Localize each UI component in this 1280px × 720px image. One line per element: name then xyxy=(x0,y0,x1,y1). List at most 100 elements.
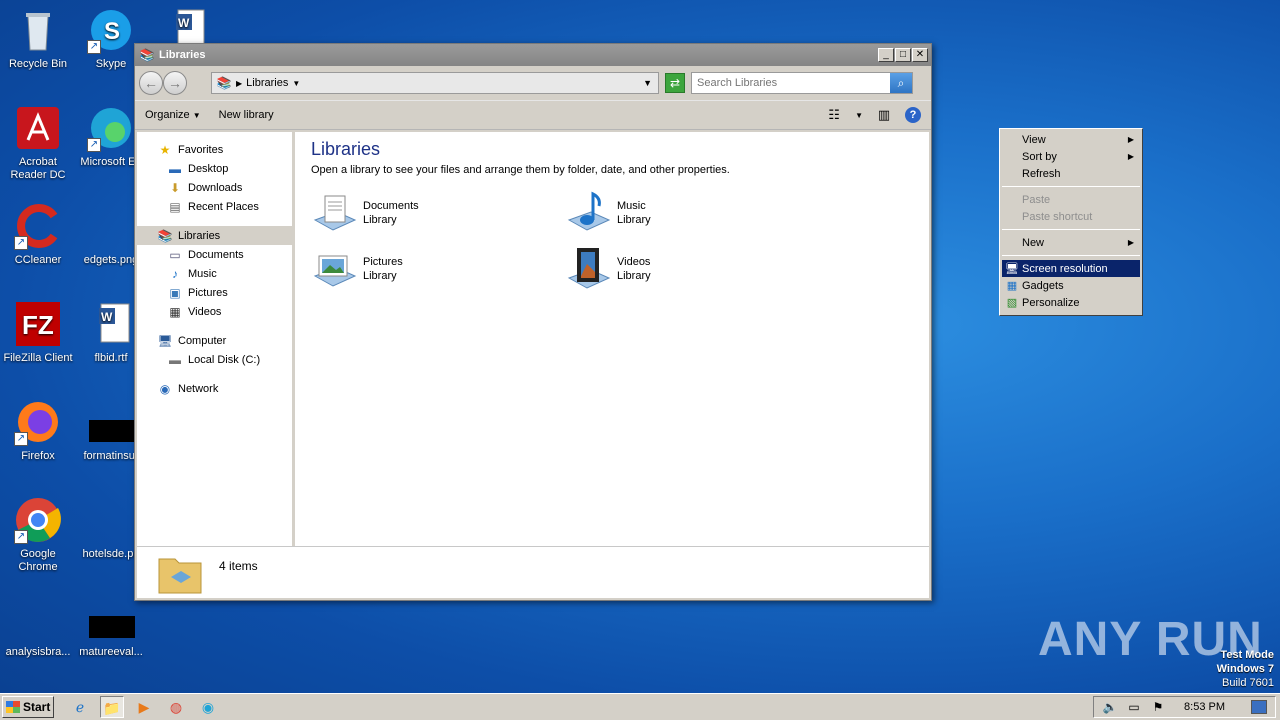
computer-icon: 🖥 xyxy=(157,333,173,348)
nav-item-network[interactable]: ◉ Network xyxy=(137,379,292,398)
back-button[interactable]: ← xyxy=(139,71,163,95)
menu-separator xyxy=(1002,186,1140,187)
desktop-icon-label: matureeval... xyxy=(79,646,143,658)
breadcrumb-dropdown-icon[interactable]: ▼ xyxy=(292,79,300,88)
monitor-icon: 🖥 xyxy=(1005,262,1019,275)
address-history-dropdown-icon[interactable]: ▼ xyxy=(643,78,652,88)
shortcut-arrow-icon: ↗ xyxy=(14,530,28,544)
internet-explorer-icon[interactable]: ℯ xyxy=(68,696,92,718)
windows-version-line: Windows 7 xyxy=(1216,663,1274,675)
libraries-icon: 📚 xyxy=(139,48,155,62)
svg-text:FZ: FZ xyxy=(22,310,54,340)
desktop-context-menu: View ▶ Sort by ▶ Refresh Paste Paste short… xyxy=(999,128,1143,316)
nav-item-recent-places[interactable]: ▤ Recent Places xyxy=(137,197,292,216)
menu-item-screen-resolution[interactable]: 🖥 Screen resolution xyxy=(1002,260,1140,277)
nav-item-videos[interactable]: ▦ Videos xyxy=(137,302,292,321)
nav-item-libraries[interactable]: 📚 Libraries xyxy=(137,226,292,245)
window-title: Libraries xyxy=(159,49,206,61)
view-dropdown-icon[interactable]: ▼ xyxy=(855,111,863,120)
desktop-icon-acrobat[interactable]: Acrobat Reader DC xyxy=(0,104,76,182)
library-music[interactable]: Music Library xyxy=(565,190,819,236)
svg-text:W: W xyxy=(178,16,190,30)
nav-item-computer[interactable]: 🖥 Computer xyxy=(137,331,292,350)
network-icon: ◉ xyxy=(159,381,171,396)
explorer-taskbar-icon[interactable]: 📁 xyxy=(100,696,124,718)
desktop-icon-ccleaner[interactable]: ↗ CCleaner xyxy=(0,202,76,267)
pictures-icon: ▣ xyxy=(169,285,181,300)
test-mode-line: Test Mode xyxy=(1220,649,1274,661)
forward-button[interactable]: → xyxy=(163,71,187,95)
file-icon xyxy=(14,594,62,642)
page-subtitle: Open a library to see your files and arr… xyxy=(311,164,730,176)
menu-label: Personalize xyxy=(1022,296,1080,309)
pictures-library-icon xyxy=(311,246,357,292)
music-icon: ♪ xyxy=(172,266,178,281)
shortcut-arrow-icon: ↗ xyxy=(14,432,28,446)
breadcrumb-libraries[interactable]: Libraries xyxy=(246,77,288,89)
explorer-window[interactable]: 📚 Libraries _ □ ✕ ← → 📚 ▶ Libraries ▼ ▼ … xyxy=(134,43,932,601)
shortcut-arrow-icon: ↗ xyxy=(14,236,28,250)
breadcrumb-arrow-icon[interactable]: ▶ xyxy=(236,79,242,88)
clock[interactable]: 8:53 PM xyxy=(1184,701,1225,713)
shortcut-arrow-icon: ↗ xyxy=(87,40,101,54)
maximize-button[interactable]: □ xyxy=(895,48,911,62)
recycle-bin-icon xyxy=(14,6,62,54)
search-input[interactable] xyxy=(692,77,890,89)
action-center-flag-icon[interactable]: ⚑ xyxy=(1150,700,1166,714)
menu-item-gadgets[interactable]: ▦ Gadgets xyxy=(1002,277,1140,294)
desktop-icon-recycle-bin[interactable]: Recycle Bin xyxy=(0,6,76,71)
personalize-icon: ▧ xyxy=(1006,296,1018,309)
address-bar[interactable]: 📚 ▶ Libraries ▼ ▼ xyxy=(211,72,659,94)
title-bar[interactable]: 📚 Libraries _ □ ✕ xyxy=(135,44,931,66)
music-library-icon xyxy=(565,190,611,236)
view-options-icon[interactable]: ☷ xyxy=(825,107,843,123)
organize-button[interactable]: Organize ▼ xyxy=(145,109,201,121)
nav-item-pictures[interactable]: ▣ Pictures xyxy=(137,283,292,302)
nav-item-favorites[interactable]: ★ Favorites xyxy=(137,140,292,159)
address-row: ← → 📚 ▶ Libraries ▼ ▼ ⇄ ⌕ xyxy=(135,66,931,100)
details-pane: 4 items xyxy=(137,546,929,598)
menu-item-sort-by[interactable]: Sort by ▶ xyxy=(1002,148,1140,165)
menu-item-personalize[interactable]: ▧ Personalize xyxy=(1002,294,1140,311)
nav-item-documents[interactable]: ▭ Documents xyxy=(137,245,292,264)
start-button[interactable]: Start xyxy=(2,696,54,718)
videos-library-icon xyxy=(565,246,611,292)
chrome-taskbar-icon[interactable]: ◍ xyxy=(164,696,188,718)
desktop-icon-chrome[interactable]: ↗ Google Chrome xyxy=(0,496,76,574)
desktop-icon-analysisbra[interactable]: analysisbra... xyxy=(0,594,76,659)
desktop-icon: ▬ xyxy=(169,161,181,176)
edge-taskbar-icon[interactable]: ◉ xyxy=(196,696,220,718)
minimize-button[interactable]: _ xyxy=(878,48,894,62)
search-box[interactable]: ⌕ xyxy=(691,72,913,94)
menu-item-refresh[interactable]: Refresh xyxy=(1002,165,1140,182)
nav-item-desktop[interactable]: ▬ Desktop xyxy=(137,159,292,178)
library-videos[interactable]: Videos Library xyxy=(565,246,819,292)
library-pictures[interactable]: Pictures Library xyxy=(311,246,565,292)
desktop-icon-label: Recycle Bin xyxy=(8,58,68,70)
show-desktop-button[interactable] xyxy=(1251,700,1267,714)
menu-item-view[interactable]: View ▶ xyxy=(1002,131,1140,148)
nav-item-local-disk[interactable]: ▬ Local Disk (C:) xyxy=(137,350,292,369)
search-icon[interactable]: ⌕ xyxy=(890,73,912,93)
page-title: Libraries xyxy=(311,139,381,159)
nav-label: Desktop xyxy=(188,162,229,175)
desktop-icon-firefox[interactable]: ↗ Firefox xyxy=(0,398,76,463)
preview-pane-icon[interactable]: ▥ xyxy=(875,107,893,123)
network-tray-icon[interactable]: ▭ xyxy=(1126,700,1142,714)
nav-label: Computer xyxy=(178,334,227,347)
volume-icon[interactable]: 🔈 xyxy=(1102,700,1118,714)
image-file-icon xyxy=(87,202,135,250)
system-tray: 🔈 ▭ ⚑ 8:53 PM xyxy=(1093,696,1276,718)
nav-item-downloads[interactable]: ⬇ Downloads xyxy=(137,178,292,197)
refresh-button[interactable]: ⇄ xyxy=(665,73,685,93)
downloads-icon: ⬇ xyxy=(169,180,181,195)
desktop-icon-filezilla[interactable]: FZ FileZilla Client xyxy=(0,300,76,365)
library-documents[interactable]: Documents Library xyxy=(311,190,565,236)
new-library-button[interactable]: New library xyxy=(219,109,274,121)
help-icon[interactable]: ? xyxy=(905,107,921,123)
nav-item-music[interactable]: ♪ Music xyxy=(137,264,292,283)
close-button[interactable]: ✕ xyxy=(912,48,928,62)
menu-item-new[interactable]: New ▶ xyxy=(1002,234,1140,251)
media-player-icon[interactable]: ▶ xyxy=(132,696,156,718)
desktop-icon-matureeval[interactable]: matureeval... xyxy=(73,594,149,659)
